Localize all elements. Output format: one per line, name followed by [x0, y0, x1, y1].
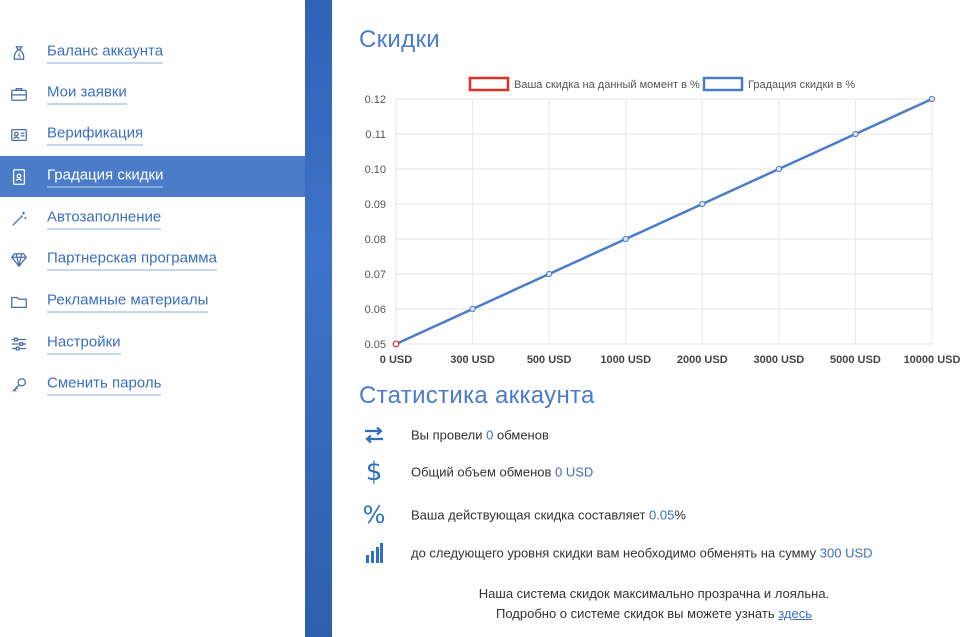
sidebar-item-label: Рекламные материалы — [47, 291, 209, 312]
data-point-gradation — [622, 235, 629, 243]
data-point-gradation — [699, 200, 706, 208]
stat-row-next-level: до следующего уровня скидки вам необходи… — [359, 538, 959, 568]
stat-row-exchanges: Вы провели 0 обменов — [359, 420, 959, 450]
data-point-gradation — [852, 130, 859, 138]
sidebar-item-label: Настройки — [47, 333, 121, 354]
sidebar-item-discount-gradation[interactable]: Градация скидки — [0, 156, 305, 197]
y-tick-label: 0.09 — [365, 199, 386, 211]
y-tick-label: 0.11 — [365, 129, 386, 141]
next-level-amount: 300 USD — [819, 545, 873, 561]
x-tick-label: 0 USD — [380, 354, 412, 366]
details-link[interactable]: здесь — [778, 606, 812, 621]
bar-chart-icon — [359, 538, 389, 568]
exchange-volume: 0 USD — [555, 464, 594, 480]
footer-note: Наша система скидок максимально прозрачн… — [478, 586, 830, 601]
sidebar-item-partner-program[interactable]: Партнерская программа — [0, 239, 305, 280]
sidebar-item-promo-materials[interactable]: Рекламные материалы — [0, 281, 305, 322]
sidebar-item-settings[interactable]: Настройки — [0, 323, 305, 364]
x-tick-label: 300 USD — [450, 354, 495, 366]
discount-gradation-chart: 0.05 0.06 0.07 0.08 0.09 0.10 0.11 0.12 0 USD 300… — [365, 76, 961, 366]
legend-label: Ваша скидка на данный момент в % — [514, 79, 700, 91]
sliders-icon — [9, 334, 29, 354]
data-point-gradation — [928, 95, 936, 103]
sidebar-item-balance[interactable]: $ Баланс аккаунта — [0, 32, 305, 73]
x-tick-label: 2000 USD — [677, 354, 728, 366]
exchange-arrows-icon — [359, 420, 389, 450]
dollar-icon: $ — [365, 457, 383, 487]
legend-swatch — [468, 76, 510, 92]
y-tick-label: 0.07 — [365, 269, 386, 281]
sidebar-item-label: Партнерская программа — [47, 249, 217, 270]
y-tick-label: 0.10 — [365, 164, 386, 176]
series-line-gradation — [395, 97, 933, 346]
stat-row-volume: $ Общий объем обменов 0 USD — [359, 457, 959, 487]
briefcase-icon — [9, 84, 29, 104]
stat-row-current-discount: % Ваша действующая скидка составляет 0.0… — [359, 500, 959, 530]
x-tick-label: 3000 USD — [753, 354, 804, 366]
sidebar-item-label: Верификация — [47, 124, 144, 145]
sidebar-item-orders[interactable]: Мои заявки — [0, 73, 305, 114]
data-point-gradation — [469, 305, 476, 313]
y-tick-label: 0.06 — [365, 304, 386, 316]
y-tick-label: 0.05 — [365, 339, 386, 351]
sidebar-item-label: Автозаполнение — [47, 208, 162, 229]
legend-swatch — [702, 76, 744, 92]
folder-icon — [9, 292, 29, 312]
page-title: Скидки — [359, 26, 440, 53]
key-icon — [9, 375, 29, 395]
footer-more-info: Подробно о системе скидок вы можете узна… — [495, 606, 812, 621]
decorative-divider-band — [305, 0, 332, 637]
stats-title: Статистика аккаунта — [359, 382, 595, 409]
sidebar-item-autofill[interactable]: Автозаполнение — [0, 198, 305, 239]
sidebar-item-verification[interactable]: Верификация — [0, 114, 305, 155]
sidebar-item-label: Сменить пароль — [47, 374, 162, 395]
sidebar: $ Баланс аккаунта Мои заявки Верификация… — [0, 0, 305, 637]
x-tick-label: 500 USD — [527, 354, 572, 366]
current-discount-value: 0.05 — [649, 507, 675, 523]
sidebar-item-change-password[interactable]: Сменить пароль — [0, 364, 305, 405]
x-tick-label: 1000 USD — [600, 354, 651, 366]
data-point-gradation — [775, 165, 782, 173]
id-card-icon — [9, 125, 29, 145]
x-tick-label: 5000 USD — [830, 354, 881, 366]
badge-icon — [9, 167, 29, 187]
main-content: Скидки 0.05 0.06 0.07 0.08 0.09 0.10 0.11 0.12 0… — [332, 0, 976, 637]
percent-icon: % — [362, 501, 386, 529]
magic-wand-icon — [9, 209, 29, 229]
sidebar-item-label: Мои заявки — [47, 83, 127, 104]
y-tick-label: 0.12 — [365, 94, 386, 106]
diamond-icon — [9, 250, 29, 270]
y-tick-label: 0.08 — [365, 234, 386, 246]
sidebar-item-label: Градация скидки — [47, 166, 164, 187]
sidebar-item-label: Баланс аккаунта — [47, 42, 164, 63]
data-point-gradation — [546, 270, 553, 278]
x-tick-label: 10000 USD — [904, 354, 961, 366]
money-bag-icon: $ — [9, 43, 29, 63]
data-point-current — [392, 340, 400, 348]
legend-label: Градация скидки в % — [748, 79, 855, 91]
svg-text:$: $ — [17, 52, 21, 59]
